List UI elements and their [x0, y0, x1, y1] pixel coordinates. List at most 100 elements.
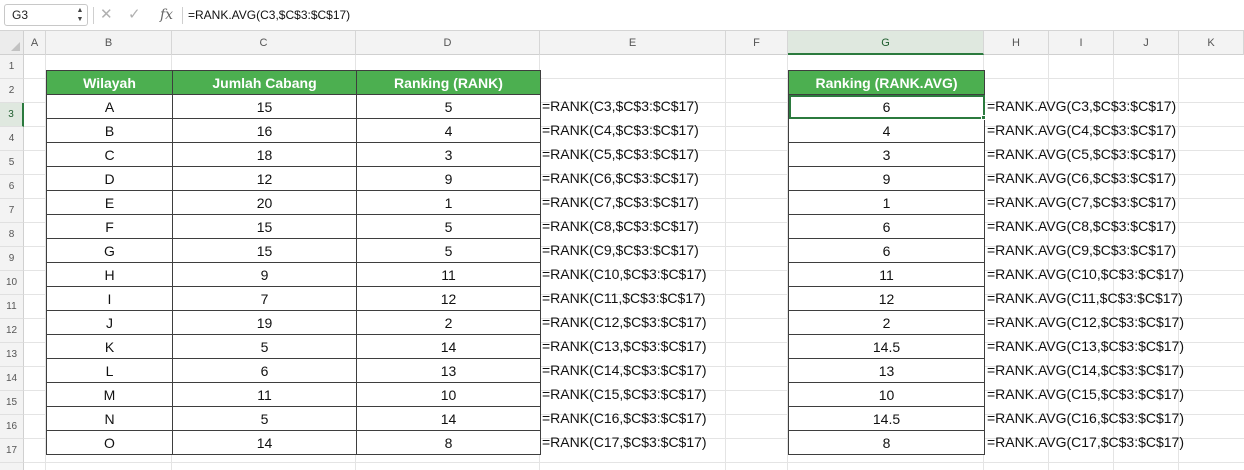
cell-ranking-rank-avg[interactable]: 10 [788, 382, 985, 407]
cell-ranking-rank[interactable]: 12 [356, 286, 541, 311]
rank-formula-text[interactable]: =RANK(C4,$C$3:$C$17) [542, 118, 707, 142]
rank-formula-text[interactable]: =RANK(C13,$C$3:$C$17) [542, 334, 707, 358]
rank-avg-formula-text[interactable]: =RANK.AVG(C4,$C$3:$C$17) [987, 118, 1184, 142]
rank-avg-formula-text[interactable]: =RANK.AVG(C5,$C$3:$C$17) [987, 142, 1184, 166]
cell-ranking-rank[interactable]: 3 [356, 142, 541, 167]
row-header-12[interactable]: 12 [0, 319, 24, 343]
column-header-d[interactable]: D [356, 31, 540, 55]
cell-wilayah[interactable]: E [46, 190, 173, 215]
column-header-f[interactable]: F [726, 31, 788, 55]
rank-formula-text[interactable]: =RANK(C8,$C$3:$C$17) [542, 214, 707, 238]
row-header-15[interactable]: 15 [0, 391, 24, 415]
cell-ranking-rank-avg[interactable]: 1 [788, 190, 985, 215]
row-header-9[interactable]: 9 [0, 247, 24, 271]
cell-wilayah[interactable]: I [46, 286, 173, 311]
cell-jumlah-cabang[interactable]: 14 [172, 430, 357, 455]
column-header-b[interactable]: B [46, 31, 172, 55]
select-all-button[interactable] [0, 31, 24, 55]
cell-ranking-rank-avg[interactable]: 14.5 [788, 334, 985, 359]
cell-ranking-rank[interactable]: 1 [356, 190, 541, 215]
rank-avg-formula-text[interactable]: =RANK.AVG(C15,$C$3:$C$17) [987, 382, 1184, 406]
cell-wilayah[interactable]: G [46, 238, 173, 263]
cell-ranking-rank[interactable]: 14 [356, 334, 541, 359]
insert-function-icon[interactable]: fx [160, 5, 173, 25]
row-header-13[interactable]: 13 [0, 343, 24, 367]
column-header-i[interactable]: I [1049, 31, 1114, 55]
cell-wilayah[interactable]: J [46, 310, 173, 335]
rank-formula-text[interactable]: =RANK(C6,$C$3:$C$17) [542, 166, 707, 190]
cell-ranking-rank-avg[interactable]: 12 [788, 286, 985, 311]
header-ranking-rank-avg[interactable]: Ranking (RANK.AVG) [788, 70, 985, 95]
cell-ranking-rank[interactable]: 5 [356, 238, 541, 263]
cell-jumlah-cabang[interactable]: 5 [172, 334, 357, 359]
rank-avg-formula-text[interactable]: =RANK.AVG(C12,$C$3:$C$17) [987, 310, 1184, 334]
cell-wilayah[interactable]: F [46, 214, 173, 239]
rank-formula-text[interactable]: =RANK(C17,$C$3:$C$17) [542, 430, 707, 454]
cell-wilayah[interactable]: O [46, 430, 173, 455]
cell-ranking-rank[interactable]: 9 [356, 166, 541, 191]
rank-formula-text[interactable]: =RANK(C7,$C$3:$C$17) [542, 190, 707, 214]
row-header-7[interactable]: 7 [0, 199, 24, 223]
header-wilayah[interactable]: Wilayah [46, 70, 173, 95]
row-header-14[interactable]: 14 [0, 367, 24, 391]
cell-ranking-rank[interactable]: 13 [356, 358, 541, 383]
column-header-g[interactable]: G [788, 31, 984, 55]
row-header-4[interactable]: 4 [0, 127, 24, 151]
row-header-17[interactable]: 17 [0, 439, 24, 463]
cell-wilayah[interactable]: L [46, 358, 173, 383]
cell-wilayah[interactable]: C [46, 142, 173, 167]
column-header-a[interactable]: A [24, 31, 46, 55]
cell-jumlah-cabang[interactable]: 19 [172, 310, 357, 335]
formula-input[interactable]: =RANK.AVG(C3,$C$3:$C$17) [188, 8, 350, 22]
rank-avg-formula-text[interactable]: =RANK.AVG(C9,$C$3:$C$17) [987, 238, 1184, 262]
cell-jumlah-cabang[interactable]: 9 [172, 262, 357, 287]
cell-wilayah[interactable]: B [46, 118, 173, 143]
cell-ranking-rank[interactable]: 5 [356, 94, 541, 119]
fill-handle[interactable] [981, 115, 986, 120]
cell-ranking-rank[interactable]: 5 [356, 214, 541, 239]
cell-wilayah[interactable]: H [46, 262, 173, 287]
cell-ranking-rank-avg[interactable]: 6 [788, 94, 985, 119]
cell-jumlah-cabang[interactable]: 18 [172, 142, 357, 167]
row-header-5[interactable]: 5 [0, 151, 24, 175]
cell-jumlah-cabang[interactable]: 16 [172, 118, 357, 143]
cell-ranking-rank-avg[interactable]: 13 [788, 358, 985, 383]
cell-jumlah-cabang[interactable]: 6 [172, 358, 357, 383]
cancel-icon[interactable]: ✕ [100, 5, 113, 25]
rank-formula-text[interactable]: =RANK(C14,$C$3:$C$17) [542, 358, 707, 382]
cell-jumlah-cabang[interactable]: 12 [172, 166, 357, 191]
rank-avg-formula-text[interactable]: =RANK.AVG(C7,$C$3:$C$17) [987, 190, 1184, 214]
rank-formula-text[interactable]: =RANK(C5,$C$3:$C$17) [542, 142, 707, 166]
rank-avg-formula-text[interactable]: =RANK.AVG(C6,$C$3:$C$17) [987, 166, 1184, 190]
rank-formula-text[interactable]: =RANK(C12,$C$3:$C$17) [542, 310, 707, 334]
cell-ranking-rank-avg[interactable]: 3 [788, 142, 985, 167]
cell-jumlah-cabang[interactable]: 11 [172, 382, 357, 407]
cell-ranking-rank[interactable]: 10 [356, 382, 541, 407]
cell-ranking-rank[interactable]: 4 [356, 118, 541, 143]
rank-avg-formula-text[interactable]: =RANK.AVG(C10,$C$3:$C$17) [987, 262, 1184, 286]
rank-formula-text[interactable]: =RANK(C15,$C$3:$C$17) [542, 382, 707, 406]
cell-ranking-rank-avg[interactable]: 2 [788, 310, 985, 335]
cell-ranking-rank-avg[interactable]: 9 [788, 166, 985, 191]
row-header-1[interactable]: 1 [0, 55, 24, 79]
row-header-18[interactable]: 18 [0, 463, 24, 470]
cell-ranking-rank[interactable]: 2 [356, 310, 541, 335]
cell-jumlah-cabang[interactable]: 20 [172, 190, 357, 215]
column-header-h[interactable]: H [984, 31, 1049, 55]
rank-avg-formula-text[interactable]: =RANK.AVG(C17,$C$3:$C$17) [987, 430, 1184, 454]
cell-ranking-rank-avg[interactable]: 4 [788, 118, 985, 143]
column-header-k[interactable]: K [1179, 31, 1244, 55]
cell-jumlah-cabang[interactable]: 7 [172, 286, 357, 311]
cell-jumlah-cabang[interactable]: 15 [172, 238, 357, 263]
row-header-10[interactable]: 10 [0, 271, 24, 295]
cell-jumlah-cabang[interactable]: 5 [172, 406, 357, 431]
header-ranking-rank[interactable]: Ranking (RANK) [356, 70, 541, 95]
row-header-16[interactable]: 16 [0, 415, 24, 439]
rank-formula-text[interactable]: =RANK(C3,$C$3:$C$17) [542, 94, 707, 118]
rank-formula-text[interactable]: =RANK(C10,$C$3:$C$17) [542, 262, 707, 286]
name-box-stepper-icon[interactable]: ▲ ▼ [75, 6, 85, 24]
cell-wilayah[interactable]: M [46, 382, 173, 407]
rank-avg-formula-text[interactable]: =RANK.AVG(C14,$C$3:$C$17) [987, 358, 1184, 382]
row-header-11[interactable]: 11 [0, 295, 24, 319]
cell-wilayah[interactable]: K [46, 334, 173, 359]
